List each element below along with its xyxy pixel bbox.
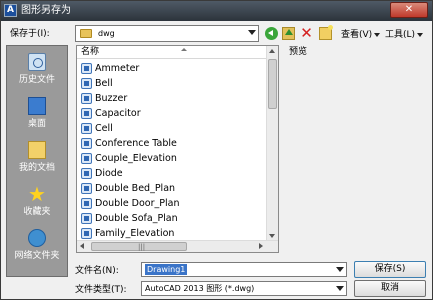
dwg-file-icon [81, 93, 92, 104]
file-name: Diode [95, 168, 123, 179]
file-name: Double Door_Plan [95, 198, 180, 209]
save-in-label: 保存于(I): [10, 29, 50, 39]
filename-value: Drawing1 [145, 264, 188, 275]
save-in-dropdown[interactable]: dwg [75, 25, 259, 42]
preview-area [287, 57, 425, 253]
dwg-file-icon [81, 228, 92, 239]
list-item[interactable]: Double Sofa_Plan [79, 211, 265, 226]
filetype-dropdown[interactable]: AutoCAD 2013 图形 (*.dwg) [141, 281, 347, 296]
dwg-file-icon [81, 213, 92, 224]
place-history[interactable]: 历史文件 [7, 50, 67, 96]
back-arrow-icon[interactable] [265, 27, 278, 40]
chevron-down-icon [417, 32, 424, 37]
column-header-name[interactable]: 名称 [77, 46, 267, 59]
place-desktop[interactable]: 桌面 [7, 94, 67, 140]
scroll-grip: ||| [138, 243, 146, 251]
new-folder-icon[interactable] [319, 25, 333, 40]
vertical-scrollbar[interactable] [266, 46, 278, 241]
horizontal-scrollbar[interactable]: ||| [77, 240, 278, 252]
documents-icon [28, 141, 46, 159]
cancel-button[interactable]: 取消 [354, 280, 426, 297]
list-item[interactable]: Cell [79, 121, 265, 136]
file-name: Double Bed_Plan [95, 183, 176, 194]
list-item[interactable]: Conference Table [79, 136, 265, 151]
tools-menu-label: 工具(L) [385, 30, 416, 40]
filename-field[interactable]: Drawing1 [141, 262, 347, 277]
history-icon [28, 53, 46, 71]
filetype-label: 文件类型(T): [75, 285, 127, 295]
autocad-app-icon: A [4, 4, 17, 17]
list-item[interactable]: Family_Elevation [79, 226, 265, 241]
delete-icon[interactable]: ✕ [300, 26, 313, 41]
close-button[interactable]: ✕ [390, 2, 428, 18]
place-label: 历史文件 [18, 75, 55, 85]
sort-arrow-icon [181, 48, 187, 51]
place-label: 我的文档 [18, 163, 55, 173]
save-drawing-dialog: A 图形另存为 ✕ 保存于(I): dwg ✕ 查看(V) 工具(L) 预览 历… [0, 0, 433, 300]
scroll-right-icon[interactable] [259, 243, 263, 249]
chevron-down-icon[interactable] [336, 286, 344, 291]
save-button[interactable]: 保存(S) [354, 261, 426, 278]
view-menu[interactable]: 查看(V) [341, 29, 381, 41]
file-name: Bell [95, 78, 113, 89]
file-list[interactable]: 名称 Ammeter Bell Buzzer Capacitor Cell Co… [76, 45, 279, 253]
filename-label: 文件名(N): [75, 266, 119, 276]
place-label: 网络文件夹 [14, 251, 60, 261]
dwg-file-icon [81, 183, 92, 194]
place-favorites[interactable]: ★ 收藏夹 [7, 182, 67, 228]
view-menu-label: 查看(V) [341, 30, 373, 40]
chevron-down-icon [374, 32, 381, 37]
up-folder-icon[interactable] [282, 27, 295, 40]
scroll-left-icon[interactable] [80, 243, 84, 249]
title-bar: A 图形另存为 ✕ [1, 1, 432, 21]
place-label: 收藏夹 [23, 207, 51, 217]
list-item[interactable]: Capacitor [79, 106, 265, 121]
file-name: Double Sofa_Plan [95, 213, 178, 224]
place-network[interactable]: 网络文件夹 [7, 226, 67, 272]
scroll-thumb[interactable]: ||| [91, 242, 187, 251]
scroll-up-icon[interactable] [269, 49, 275, 53]
file-name: Conference Table [95, 138, 177, 149]
save-in-value: dwg [98, 29, 115, 38]
window-title: 图形另存为 [21, 5, 71, 16]
dwg-file-icon [81, 138, 92, 149]
list-item[interactable]: Diode [79, 166, 265, 181]
folder-icon [80, 29, 92, 38]
scroll-thumb[interactable] [268, 59, 277, 109]
file-name: Ammeter [95, 63, 140, 74]
dwg-file-icon [81, 123, 92, 134]
dwg-file-icon [81, 108, 92, 119]
file-name: Family_Elevation [95, 228, 175, 239]
file-name: Couple_Elevation [95, 153, 177, 164]
file-name: Buzzer [95, 93, 128, 104]
place-label: 桌面 [27, 119, 46, 129]
dwg-file-icon [81, 78, 92, 89]
network-folder-icon [28, 229, 46, 247]
dwg-file-icon [81, 198, 92, 209]
file-name: Cell [95, 123, 113, 134]
file-name: Capacitor [95, 108, 141, 119]
scroll-down-icon[interactable] [269, 234, 275, 238]
desktop-icon [28, 97, 46, 115]
dwg-file-icon [81, 63, 92, 74]
dwg-file-icon [81, 168, 92, 179]
tools-menu[interactable]: 工具(L) [385, 29, 424, 41]
chevron-down-icon[interactable] [248, 30, 256, 35]
list-item[interactable]: Bell [79, 76, 265, 91]
chevron-down-icon[interactable] [336, 267, 344, 272]
list-item[interactable]: Ammeter [79, 61, 265, 76]
list-item[interactable]: Double Bed_Plan [79, 181, 265, 196]
dwg-file-icon [81, 153, 92, 164]
filetype-value: AutoCAD 2013 图形 (*.dwg) [145, 284, 255, 293]
list-item[interactable]: Double Door_Plan [79, 196, 265, 211]
column-header-label: 名称 [81, 47, 100, 57]
place-documents[interactable]: 我的文档 [7, 138, 67, 184]
places-bar: 历史文件 桌面 我的文档 ★ 收藏夹 网络文件夹 [6, 45, 68, 277]
favorites-star-icon: ★ [28, 182, 46, 206]
list-item[interactable]: Buzzer [79, 91, 265, 106]
list-item[interactable]: Couple_Elevation [79, 151, 265, 166]
